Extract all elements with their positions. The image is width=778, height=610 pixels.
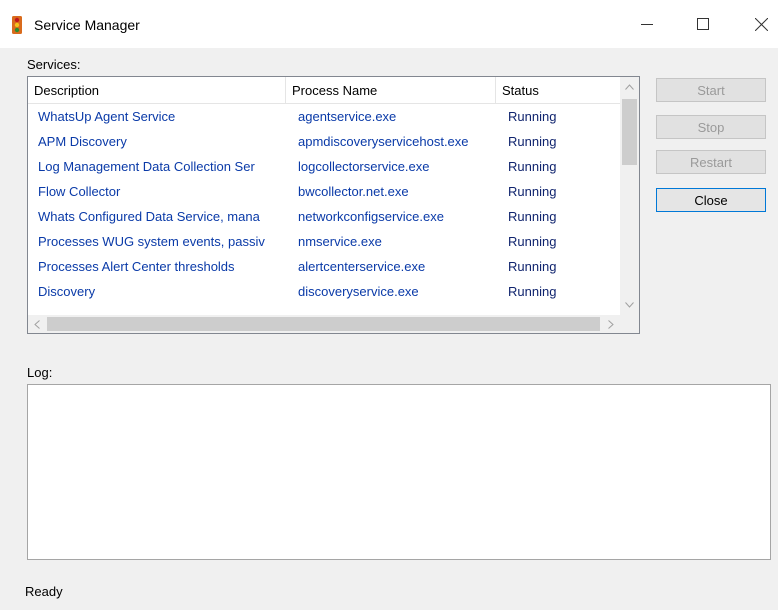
process-cell: apmdiscoveryservicehost.exe — [298, 134, 469, 149]
vertical-scroll-thumb[interactable] — [622, 99, 637, 165]
scrollbar-corner — [620, 315, 639, 333]
window-title: Service Manager — [34, 17, 140, 33]
description-cell: Flow Collector — [38, 184, 121, 199]
process-cell: networkconfigservice.exe — [298, 209, 444, 224]
minimize-icon — [641, 24, 653, 25]
maximize-button[interactable] — [680, 4, 726, 44]
description-cell: WhatsUp Agent Service — [38, 109, 176, 124]
scroll-up-button[interactable] — [620, 77, 639, 97]
chevron-right-icon — [608, 319, 614, 329]
close-icon — [754, 17, 768, 31]
status-cell: Running — [508, 259, 557, 274]
table-row[interactable]: Discovery discoveryservice.exe Running — [28, 279, 620, 304]
log-textbox[interactable] — [27, 384, 771, 560]
table-row[interactable]: Flow Collector bwcollector.net.exe Runni… — [28, 179, 620, 204]
process-cell: logcollectorservice.exe — [298, 159, 430, 174]
traffic-light-icon — [12, 16, 22, 34]
horizontal-scrollbar[interactable] — [28, 315, 620, 333]
table-row[interactable]: Processes Alert Center thresholds alertc… — [28, 254, 620, 279]
table-row[interactable]: APM Discovery apmdiscoveryservicehost.ex… — [28, 129, 620, 154]
services-label: Services: — [27, 57, 81, 72]
chevron-left-icon — [34, 319, 40, 329]
table-header: Description Process Name Status — [28, 77, 620, 104]
column-header-description[interactable]: Description — [28, 77, 286, 103]
maximize-icon — [697, 18, 709, 30]
process-cell: bwcollector.net.exe — [298, 184, 409, 199]
start-button[interactable]: Start — [656, 78, 766, 102]
description-cell: Processes Alert Center thresholds — [38, 259, 235, 274]
table-row[interactable]: Whats Configured Data Service, mana netw… — [28, 204, 620, 229]
chevron-up-icon — [625, 84, 634, 90]
column-header-process-name[interactable]: Process Name — [286, 77, 496, 103]
status-cell: Running — [508, 159, 557, 174]
scroll-left-button[interactable] — [28, 315, 46, 333]
services-table[interactable]: Description Process Name Status WhatsUp … — [27, 76, 640, 334]
column-header-status[interactable]: Status — [496, 77, 620, 103]
title-bar[interactable]: Service Manager — [0, 0, 778, 48]
process-cell: nmservice.exe — [298, 234, 382, 249]
vertical-scrollbar[interactable] — [620, 77, 639, 315]
status-text: Ready — [25, 584, 63, 599]
status-bar — [0, 568, 778, 610]
chevron-down-icon — [625, 302, 634, 308]
restart-button[interactable]: Restart — [656, 150, 766, 174]
stop-button[interactable]: Stop — [656, 115, 766, 139]
scroll-down-button[interactable] — [620, 295, 639, 315]
process-cell: agentservice.exe — [298, 109, 397, 124]
status-cell: Running — [508, 109, 557, 124]
table-row[interactable]: Processes WUG system events, passiv nmse… — [28, 229, 620, 254]
status-cell: Running — [508, 284, 557, 299]
horizontal-scroll-thumb[interactable] — [47, 317, 600, 331]
service-manager-window: Service Manager Services: Description Pr… — [0, 0, 778, 610]
minimize-button[interactable] — [624, 4, 670, 44]
close-button[interactable]: Close — [656, 188, 766, 212]
status-cell: Running — [508, 209, 557, 224]
description-cell: Whats Configured Data Service, mana — [38, 209, 260, 224]
process-cell: discoveryservice.exe — [298, 284, 419, 299]
status-cell: Running — [508, 134, 557, 149]
table-row[interactable]: Log Management Data Collection Ser logco… — [28, 154, 620, 179]
log-label: Log: — [27, 365, 53, 380]
description-cell: Log Management Data Collection Ser — [38, 159, 255, 174]
description-cell: Discovery — [38, 284, 96, 299]
close-window-button[interactable] — [738, 4, 778, 44]
status-cell: Running — [508, 184, 557, 199]
process-cell: alertcenterservice.exe — [298, 259, 426, 274]
description-cell: Processes WUG system events, passiv — [38, 234, 265, 249]
scroll-right-button[interactable] — [602, 315, 620, 333]
description-cell: APM Discovery — [38, 134, 127, 149]
status-cell: Running — [508, 234, 557, 249]
table-row[interactable]: WhatsUp Agent Service agentservice.exe R… — [28, 104, 620, 129]
